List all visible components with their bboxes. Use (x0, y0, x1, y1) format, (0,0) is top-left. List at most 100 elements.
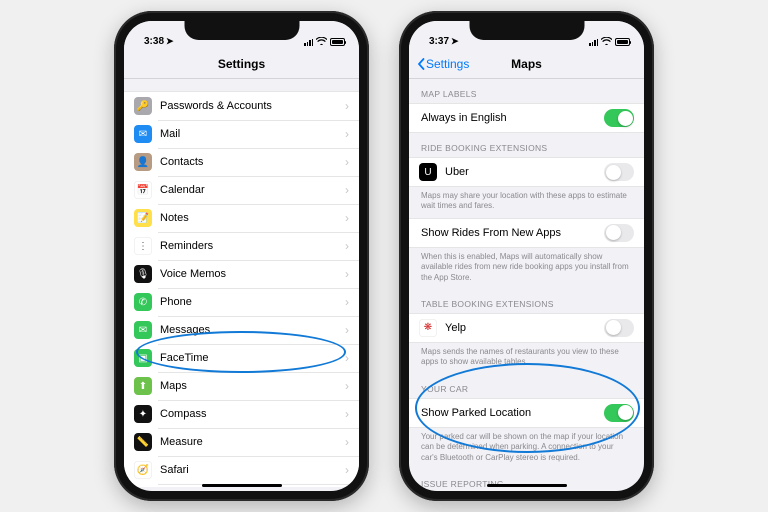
section-footer: Maps may share your location with these … (409, 187, 644, 218)
chevron-right-icon: › (345, 295, 349, 309)
app-icon: 📏 (134, 433, 152, 451)
settings-row-measure[interactable]: 📏 Measure› (124, 428, 359, 456)
settings-row-passwords-accounts[interactable]: 🔑 Passwords & Accounts› (124, 92, 359, 120)
toggle-switch[interactable] (604, 404, 634, 422)
settings-row-voice-memos[interactable]: 🎙Voice Memos› (124, 260, 359, 288)
navbar: Settings Maps (409, 49, 644, 79)
row-label: Contacts (160, 156, 345, 168)
app-icon: U (419, 163, 437, 181)
settings-row-messages[interactable]: ✉︎Messages› (124, 316, 359, 344)
signal-icon (304, 38, 313, 46)
chevron-right-icon: › (345, 379, 349, 393)
home-indicator[interactable] (202, 484, 282, 488)
row-label: Always in English (421, 112, 604, 124)
row-label: Calendar (160, 184, 345, 196)
section-header: MAP LABELS (409, 79, 644, 103)
section-footer: When this is enabled, Maps will automati… (409, 248, 644, 289)
notch (469, 21, 584, 40)
section-footer: Maps sends the names of restaurants you … (409, 343, 644, 374)
app-icon: ⋮ (134, 237, 152, 255)
app-icon: ✆ (134, 293, 152, 311)
row-label: Notes (160, 212, 345, 224)
navbar: Settings (124, 49, 359, 79)
section-footer: Your parked car will be shown on the map… (409, 428, 644, 469)
app-icon: ⬆︎ (134, 377, 152, 395)
app-icon: 🎙 (134, 265, 152, 283)
row-label: Compass (160, 408, 345, 420)
maps-settings-list[interactable]: MAP LABELS Always in English RIDE BOOKING … (409, 79, 644, 487)
app-icon: 🔑 (134, 97, 152, 115)
screen-maps-settings: 3:37 ➤ Settings Maps MAP LABELS Always in… (409, 21, 644, 491)
settings-row-safari[interactable]: 🧭 Safari› (124, 456, 359, 484)
app-icon: 📅 (134, 181, 152, 199)
chevron-right-icon: › (345, 435, 349, 449)
settings-row-maps[interactable]: ⬆︎ Maps› (124, 372, 359, 400)
row-label: Measure (160, 436, 345, 448)
settings-row-calendar[interactable]: 📅 Calendar› (124, 176, 359, 204)
app-icon: 👤 (134, 153, 152, 171)
row-label: Reminders (160, 240, 345, 252)
chevron-right-icon: › (345, 99, 349, 113)
app-icon: ✦ (134, 405, 152, 423)
settings-row-notes[interactable]: 📝Notes› (124, 204, 359, 232)
settings-row-yelp[interactable]: ❋Yelp (409, 314, 644, 342)
chevron-right-icon: › (345, 407, 349, 421)
chevron-right-icon: › (345, 155, 349, 169)
section-header: RIDE BOOKING EXTENSIONS (409, 133, 644, 157)
app-icon: 🧭 (134, 461, 152, 479)
settings-list[interactable]: 🔑Passwords & Accounts›✉︎Mail›👤Contacts›📅… (124, 79, 359, 487)
iphone-frame-right: 3:37 ➤ Settings Maps MAP LABELS Always in… (399, 11, 654, 501)
notch (184, 21, 299, 40)
row-label: Safari (160, 464, 345, 476)
settings-row-always-in-english[interactable]: Always in English (409, 104, 644, 132)
chevron-right-icon: › (345, 211, 349, 225)
settings-row-uber[interactable]: U Uber (409, 158, 644, 186)
home-indicator[interactable] (487, 484, 567, 488)
chevron-right-icon: › (345, 323, 349, 337)
section-header: TABLE BOOKING EXTENSIONS (409, 289, 644, 313)
toggle-switch[interactable] (604, 109, 634, 127)
page-title: Settings (218, 57, 265, 71)
location-icon: ➤ (166, 36, 174, 47)
settings-row-contacts[interactable]: 👤 Contacts› (124, 148, 359, 176)
row-label: Show Parked Location (421, 407, 604, 419)
chevron-right-icon: › (345, 183, 349, 197)
back-label: Settings (426, 57, 469, 71)
app-icon: ✉︎ (134, 125, 152, 143)
row-label: Messages (160, 324, 345, 336)
chevron-right-icon: › (345, 351, 349, 365)
settings-row-facetime[interactable]: ▣ FaceTime› (124, 344, 359, 372)
row-label: Phone (160, 296, 345, 308)
section-header: YOUR CAR (409, 374, 644, 398)
location-icon: ➤ (451, 36, 459, 47)
row-label: FaceTime (160, 352, 345, 364)
row-label: Voice Memos (160, 268, 345, 280)
settings-row-phone[interactable]: ✆ Phone› (124, 288, 359, 316)
settings-row-show-parked-location[interactable]: Show Parked Location (409, 399, 644, 427)
screen-settings: 3:38 ➤ Settings 🔑Passwords & Accounts›✉︎… (124, 21, 359, 491)
chevron-right-icon: › (345, 127, 349, 141)
row-label: Passwords & Accounts (160, 100, 345, 112)
row-label: Yelp (445, 322, 604, 334)
page-title: Maps (511, 57, 542, 71)
chevron-right-icon: › (345, 463, 349, 477)
signal-icon (589, 38, 598, 46)
status-time: 3:37 (429, 36, 449, 47)
settings-row-mail[interactable]: ✉︎ Mail› (124, 120, 359, 148)
row-label: Uber (445, 166, 604, 178)
row-label: Mail (160, 128, 345, 140)
settings-row-compass[interactable]: ✦ Compass› (124, 400, 359, 428)
wifi-icon (601, 37, 612, 47)
settings-row-reminders[interactable]: ⋮Reminders› (124, 232, 359, 260)
row-label: Maps (160, 380, 345, 392)
status-time: 3:38 (144, 36, 164, 47)
settings-row-show-rides-from-new-apps[interactable]: Show Rides From New Apps (409, 219, 644, 247)
toggle-switch[interactable] (604, 224, 634, 242)
wifi-icon (316, 37, 327, 47)
battery-icon (615, 38, 630, 46)
toggle-switch[interactable] (604, 319, 634, 337)
app-icon: ▣ (134, 349, 152, 367)
row-label: Show Rides From New Apps (421, 227, 604, 239)
back-button[interactable]: Settings (417, 57, 469, 71)
toggle-switch[interactable] (604, 163, 634, 181)
